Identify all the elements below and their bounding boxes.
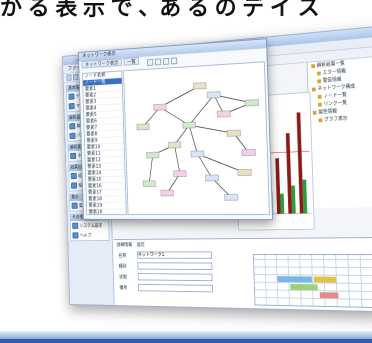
nav-item-label: システム設定 — [79, 223, 103, 229]
node-list-item[interactable]: 要素20 — [87, 209, 126, 216]
network-edge — [148, 155, 153, 184]
grid-highlight-cell — [290, 283, 318, 291]
form-label: 備考 — [119, 285, 128, 291]
network-node[interactable] — [245, 100, 259, 107]
dialog-tab[interactable]: 一覧 — [123, 57, 140, 66]
network-edge — [175, 145, 180, 174]
network-edge — [188, 95, 215, 125]
tree-item-label: グラフ表示 — [324, 115, 348, 124]
network-node[interactable] — [191, 151, 204, 157]
network-node[interactable] — [242, 149, 256, 155]
nav-item-icon — [69, 123, 76, 130]
nav-item-icon — [68, 102, 75, 110]
nav-item[interactable]: システム設定 — [71, 220, 109, 230]
nav-item-icon — [70, 172, 77, 180]
network-edge — [197, 153, 244, 174]
result-tree: 解析結果一覧 エラー情報 警告情報 ネットワーク構成 ノード一覧 リンク一覧 属性情報 グラフ… — [306, 57, 372, 209]
network-node[interactable] — [227, 130, 240, 136]
chart-bar — [275, 158, 281, 214]
network-node[interactable] — [225, 194, 238, 200]
tree-item-label: リンク一覧 — [323, 99, 348, 108]
folder-icon — [317, 94, 322, 99]
screenshot-stage: ノイズ解析システム ファイル(F)表示(V)解析(A)検索(S)ツール(T)ウィ… — [0, 0, 372, 343]
zoom-out-icon[interactable] — [154, 58, 162, 66]
network-edge — [197, 154, 212, 179]
dialog-toolbar — [146, 57, 178, 67]
network-node[interactable] — [183, 122, 196, 128]
nav-item-icon — [72, 232, 79, 239]
network-node[interactable] — [137, 124, 149, 130]
nav-item-icon — [70, 152, 77, 160]
tree-item-label: 属性情報 — [318, 108, 338, 116]
data-grid — [252, 254, 372, 309]
network-node[interactable] — [143, 181, 155, 187]
chart-bar — [296, 112, 304, 214]
dialog-tab[interactable]: ネットワーク表示 — [81, 58, 123, 69]
folder-icon — [316, 70, 321, 76]
folder-icon — [311, 63, 315, 68]
grid-highlight-cell — [277, 276, 312, 283]
network-canvas[interactable] — [123, 61, 271, 216]
nav-item-label: ヘルプ — [79, 233, 92, 239]
node-list: ノード名称 ノード一覧 要素1 要素2 要素3 要素4 要素5 要素6 要素7 要素8 要素9 要素1… — [81, 70, 127, 216]
network-node[interactable] — [207, 92, 220, 99]
nav-item[interactable]: ヘルプ — [71, 230, 109, 240]
nav-item-icon — [68, 93, 75, 100]
chart-bar — [285, 133, 293, 214]
bottom-blue-line — [0, 339, 372, 343]
network-node[interactable] — [168, 142, 181, 148]
chart-bar — [280, 193, 285, 214]
toolbar-button-icon[interactable] — [72, 73, 79, 81]
network-node[interactable] — [146, 152, 158, 158]
network-node[interactable] — [193, 83, 206, 90]
panel-tab[interactable]: 設定 — [137, 242, 145, 247]
layout-icon[interactable] — [170, 57, 178, 65]
zoom-in-icon[interactable] — [146, 58, 154, 67]
network-edge — [189, 125, 197, 154]
folder-icon — [317, 78, 322, 83]
panel-tab[interactable]: 詳細情報 — [117, 242, 133, 248]
details-panel: 詳細情報 設定名称 ネットワーク1 種別状態備考 — [113, 237, 372, 313]
form-field[interactable] — [137, 273, 213, 282]
network-node[interactable] — [217, 111, 230, 117]
toolbar-button-icon[interactable] — [66, 74, 72, 81]
form-label: 状態 — [119, 274, 127, 281]
folder-icon — [311, 86, 316, 92]
network-node[interactable] — [174, 171, 187, 177]
nav-item-icon — [71, 202, 78, 209]
form-field[interactable] — [138, 283, 214, 293]
form-field[interactable] — [137, 262, 213, 270]
network-node[interactable] — [154, 104, 167, 110]
network-node[interactable] — [238, 169, 251, 175]
network-dialog[interactable]: ネットワーク表示 ネットワーク表示 一覧 ノード名称 ノード一覧 要素1 要素2 要素3 要… — [77, 38, 274, 221]
form-label: 名称 — [118, 253, 127, 259]
nav-item-icon — [70, 182, 78, 189]
folder-icon — [318, 117, 323, 122]
grid-highlight-cell — [319, 292, 339, 299]
grid-highlight-cell — [313, 276, 337, 283]
network-node[interactable] — [205, 175, 218, 181]
nav-item-icon — [72, 222, 79, 229]
nav-item-icon — [69, 132, 76, 140]
network-graph — [124, 62, 269, 214]
fit-icon[interactable] — [162, 57, 170, 65]
tree-item-label: エラー情報 — [322, 68, 347, 77]
folder-icon — [317, 102, 322, 107]
form-field[interactable]: ネットワーク1 — [137, 251, 213, 259]
folder-icon — [312, 110, 317, 115]
network-node[interactable] — [161, 190, 174, 196]
form-label: 種別 — [118, 264, 127, 270]
